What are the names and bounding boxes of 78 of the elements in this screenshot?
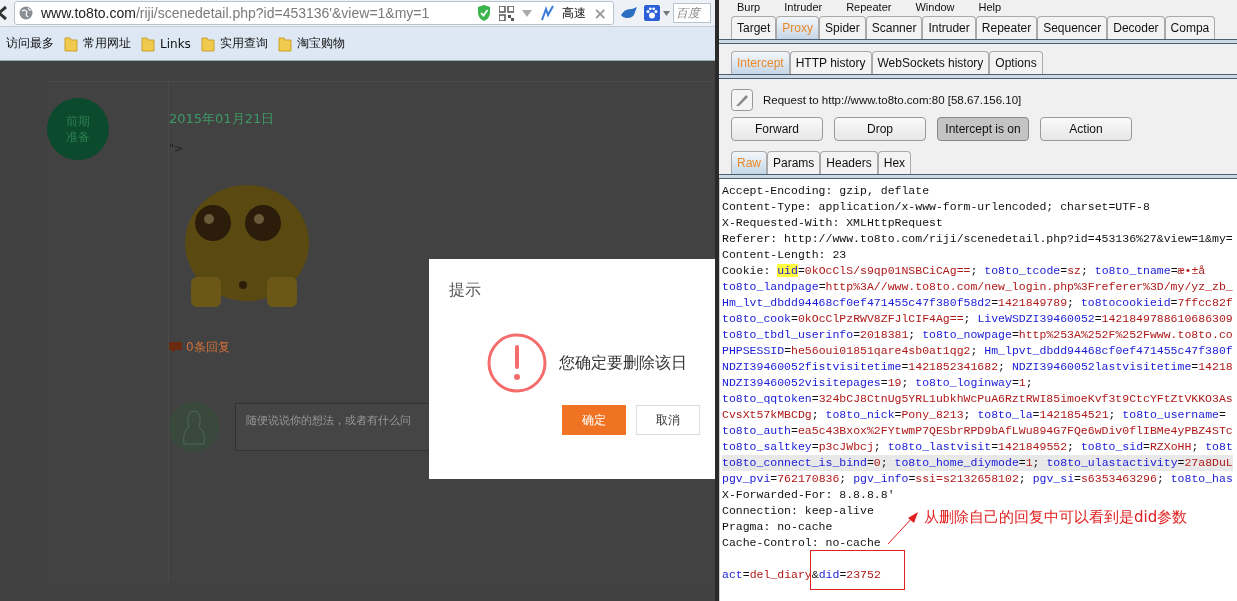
qr-code-icon: [498, 5, 514, 21]
tab[interactable]: Repeater: [975, 16, 1038, 39]
menu-item[interactable]: Window: [915, 1, 955, 13]
folder-icon: [64, 35, 78, 52]
request-line: Referer: http://www.to8to.com/riji/scenedetail.php?id=453136%27&view=1&my=: [722, 231, 1233, 247]
folder-icon: [200, 35, 215, 52]
tab[interactable]: Options: [989, 51, 1043, 74]
dropdown-caret-icon: [663, 10, 670, 16]
pencil-icon: [731, 89, 753, 111]
request-line: Pragma: no-cache: [722, 519, 833, 535]
toolbar-button[interactable]: Drop: [834, 117, 926, 141]
menu-item[interactable]: Intruder: [784, 1, 823, 13]
folder-icon: [277, 35, 292, 52]
request-line: to8to_auth=ea5c43Bxox%2FYtwmP7QESbrRPD9bAfLWu894G7FQe6wDiv0flIBMe4yPBZ4STc: [722, 423, 1233, 439]
menu-item[interactable]: Repeater: [846, 1, 892, 13]
url-text: www.to8to.com/riji/scenedetail.php?id=453136'&view=1&my=1: [41, 5, 430, 21]
date-heading: 2015年01月21日: [169, 110, 276, 128]
request-line: NDZI39460052fistvisitetime=1421852341682; NDZI39460052lastvisitetime=14218: [722, 359, 1233, 375]
search-field[interactable]: 百度: [673, 3, 711, 23]
tab[interactable]: Compa: [1164, 16, 1216, 39]
bookmark-item[interactable]: 常用网址: [64, 35, 131, 52]
request-line: to8to_cook=0kOcClPzRWV8ZFJlCIF4Ag==; LiveWSDZI39460052=1421849788610686309: [722, 311, 1233, 327]
tab[interactable]: Hex: [877, 151, 912, 174]
request-line: to8to_saltkey=p3cJWbcj; to8to_lastvisit=1421849552; to8to_sid=RZXoHH; to8t: [722, 439, 1233, 455]
request-line: Connection: keep-alive: [722, 503, 874, 519]
request-line: to8to_landpage=http%3A//www.to8to.com/new_login.php%3Freferer%3D/my/yz_zb_: [722, 279, 1233, 295]
arrow: [886, 510, 920, 546]
request-line: NDZI39460052visitepages=19; to8to_loginway=1;: [722, 375, 1033, 391]
request-line: CvsXt57kMBCDg; to8to_nick=Pony_8213; to8to_la=1421854521; to8to_username=: [722, 407, 1226, 423]
tab[interactable]: Intruder: [922, 16, 976, 39]
tab[interactable]: Decoder: [1107, 16, 1165, 39]
request-line: Hm_lvt_dbdd94468cf0ef471455c47f380f58d2=1421849789; to8tocookieid=7ffcc82f: [722, 295, 1233, 311]
shield-icon: [476, 5, 491, 21]
request-line: PHPSESSID=he56oui01851qare4sb0at1qg2; Hm_lpvt_dbdd94468cf0ef471455c47f380f: [722, 343, 1233, 359]
request-line: to8to_qqtoken=324bCJ8CtnUg5YRL1ubkhWcPuA6RztRWI85imoeKvf3t9CtcYFtZtVKKO3As: [722, 391, 1233, 407]
tab[interactable]: HTTP history: [789, 51, 872, 74]
post-text: ">: [169, 142, 185, 155]
comment-icon: [169, 341, 182, 354]
address-field[interactable]: www.to8to.com/riji/scenedetail.php?id=453136'&view=1&my=1 高速 ×: [14, 1, 614, 25]
request-line: X-Forwarded-For: 8.8.8.8': [722, 487, 895, 503]
tab[interactable]: Sequencer: [1037, 16, 1108, 39]
request-line: Cookie: uid=0kOcClS/s9qp01NSBCiCAg==; to8to_tcode=sz; to8to_tname=æ•±å: [722, 263, 1206, 279]
request-line: X-Requested-With: XMLHttpRequest: [722, 215, 943, 231]
bookmark-item[interactable]: 淘宝购物: [277, 35, 345, 52]
tab[interactable]: Target: [731, 16, 777, 39]
dialog-title: 提示: [449, 280, 482, 301]
bookmark-item[interactable]: Links: [141, 35, 191, 52]
toolbar-button[interactable]: Intercept is on: [937, 117, 1029, 141]
warning-icon: [487, 333, 547, 393]
lightning-icon: [539, 5, 554, 21]
dropdown-caret-icon: [521, 9, 532, 17]
bookmark-item[interactable]: 访问最多: [6, 35, 54, 52]
request-line: Content-Length: 23: [722, 247, 847, 263]
menu-item[interactable]: Help: [978, 1, 1002, 13]
request-line: Content-Type: application/x-www-form-urlencoded; charset=UTF-8: [722, 199, 1150, 215]
request-target-text: Request to http://www.to8to.com:80 [58.67.156.10]: [763, 94, 1022, 106]
request-line: to8to_tbdl_userinfo=2018381; to8to_nowpage=http%253A%252F%252Fwww.to8to.co: [722, 327, 1233, 343]
globe-icon: [19, 6, 33, 20]
menu-item[interactable]: Burp: [737, 1, 761, 13]
folder-icon: [141, 35, 155, 52]
speed-label: 高速: [561, 4, 586, 22]
bookmark-item[interactable]: 实用查询: [200, 35, 268, 52]
request-editor[interactable]: [719, 179, 1237, 601]
request-line: pgv_pvi=762170836; pgv_info=ssi=s2132658102; pgv_si=s6353463296; to8to_has: [722, 471, 1233, 487]
tab[interactable]: WebSockets history: [871, 51, 990, 74]
paw-icon: [644, 5, 660, 21]
cancel-button[interactable]: 取消: [636, 405, 700, 435]
tab[interactable]: Scanner: [865, 16, 923, 39]
request-line: Cache-Control: no-cache: [722, 535, 881, 551]
avatar-silhouette: [169, 402, 219, 452]
tab[interactable]: Params: [767, 151, 821, 174]
toolbar-button[interactable]: Action: [1040, 117, 1132, 141]
tab[interactable]: Spider: [819, 16, 866, 39]
tab[interactable]: Headers: [820, 151, 878, 174]
request-line: Accept-Encoding: gzip, deflate: [722, 183, 930, 199]
annotation-text: 从删除自己的回复中可以看到是did参数: [924, 508, 1188, 527]
bird-icon: [620, 6, 638, 20]
toolbar-button[interactable]: Forward: [731, 117, 823, 141]
